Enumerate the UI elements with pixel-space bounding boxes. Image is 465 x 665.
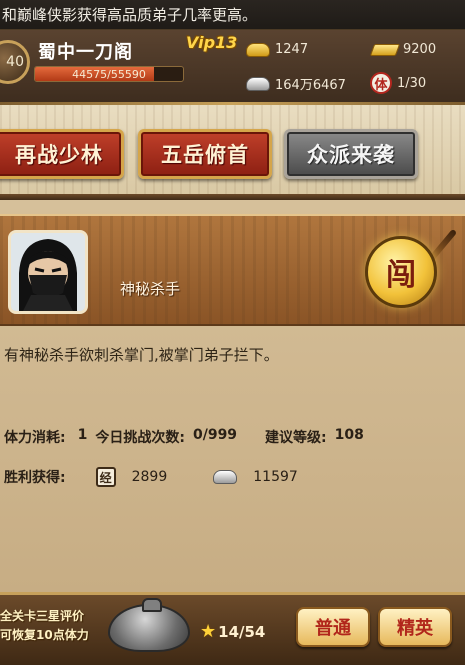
star-promo: 全关卡三星评价 可恢复10点体力 (0, 607, 110, 645)
promo-line-1: 全关卡三星评价 (0, 609, 85, 623)
event-mode-bar: 再战少林 五岳俯首 众派来袭 (0, 105, 465, 200)
challenges-label: 今日挑战次数: (95, 430, 185, 446)
recommended-level-label: 建议等级: (265, 430, 327, 446)
silver-ingot-icon (246, 76, 270, 91)
level-text: 40 (6, 54, 24, 70)
marquee-text: 和巅峰侠影获得高品质弟子几率更高。 (2, 6, 258, 24)
exp-stamp-icon: 经 (95, 467, 116, 487)
player-header: 40 蜀中一刀阁 44575/55590 Vip13 1247 9200 164… (0, 30, 465, 105)
sect-name: 蜀中一刀阁 (38, 42, 133, 63)
silver-resource[interactable]: 164万6467 (246, 74, 346, 93)
gold-bar-value: 9200 (403, 42, 437, 57)
exp-stamp-char: 经 (99, 470, 112, 485)
recommended-level-value: 108 (334, 427, 364, 443)
promo-line-2: 可恢复10点体力 (0, 628, 89, 642)
stamina-badge-char: 体 (374, 77, 388, 93)
silver-reward-value: 11597 (253, 469, 298, 485)
event-stats: 体力消耗: 1 今日挑战次数: 0/999 建议等级: 108 (4, 427, 459, 447)
challenge-seal-button[interactable]: 闯 (365, 236, 437, 308)
gold-bar-resource[interactable]: 9200 (369, 42, 437, 57)
reward-label: 胜利获得: (4, 470, 66, 486)
treasure-pot-icon[interactable] (108, 598, 190, 652)
bottom-bar: 全关卡三星评价 可恢复10点体力 ★ 14/54 普通 精英 (0, 592, 465, 665)
elite-mode-button[interactable]: 精英 (378, 607, 452, 647)
vip-badge[interactable]: Vip13 (186, 33, 248, 57)
announcement-marquee: 和巅峰侠影获得高品质弟子几率更高。 (0, 0, 465, 30)
stamina-value: 1/30 (397, 75, 427, 91)
sects-attack-button[interactable]: 众派来袭 (284, 129, 418, 179)
star-progress: ★ 14/54 (200, 621, 265, 642)
event-description: 有神秘杀手欲刺杀掌门,被掌门弟子拦下。 (4, 346, 279, 364)
reward-row: 胜利获得: 经 2899 11597 (4, 467, 298, 487)
stamina-cost-value: 1 (77, 427, 88, 443)
challenges-value: 0/999 (192, 427, 238, 443)
silver-value: 164万6467 (275, 78, 346, 93)
seal-char: 闯 (386, 258, 416, 293)
gold-bar-icon (369, 43, 401, 56)
level-badge[interactable]: 40 (0, 40, 30, 84)
wuyue-submit-button[interactable]: 五岳俯首 (138, 129, 272, 179)
exp-reward-value: 2899 (131, 469, 168, 485)
xp-bar: 44575/55590 (34, 66, 184, 82)
stamina-resource[interactable]: 体 1/30 (370, 72, 426, 94)
event-panel: 神秘杀手 闯 有神秘杀手欲刺杀掌门,被掌门弟子拦下。 体力消耗: 1 今日挑战次… (0, 200, 465, 592)
star-icon: ★ (200, 621, 217, 642)
npc-name: 神秘杀手 (120, 280, 181, 298)
assassin-avatar-icon (11, 233, 85, 311)
star-progress-value: 14/54 (218, 622, 266, 641)
gold-ingot-icon (246, 42, 270, 57)
gold-ingot-value: 1247 (275, 42, 309, 57)
event-header: 神秘杀手 闯 (0, 214, 465, 326)
xp-text: 44575/55590 (72, 68, 146, 81)
rematch-shaolin-button[interactable]: 再战少林 (0, 129, 124, 179)
assassin-portrait (8, 230, 88, 314)
stamina-badge-icon: 体 (370, 72, 392, 94)
silver-ingot-icon (213, 470, 238, 484)
normal-mode-button[interactable]: 普通 (296, 607, 370, 647)
gold-ingot-resource[interactable]: 1247 (246, 42, 308, 57)
stamina-cost-label: 体力消耗: (4, 430, 66, 446)
